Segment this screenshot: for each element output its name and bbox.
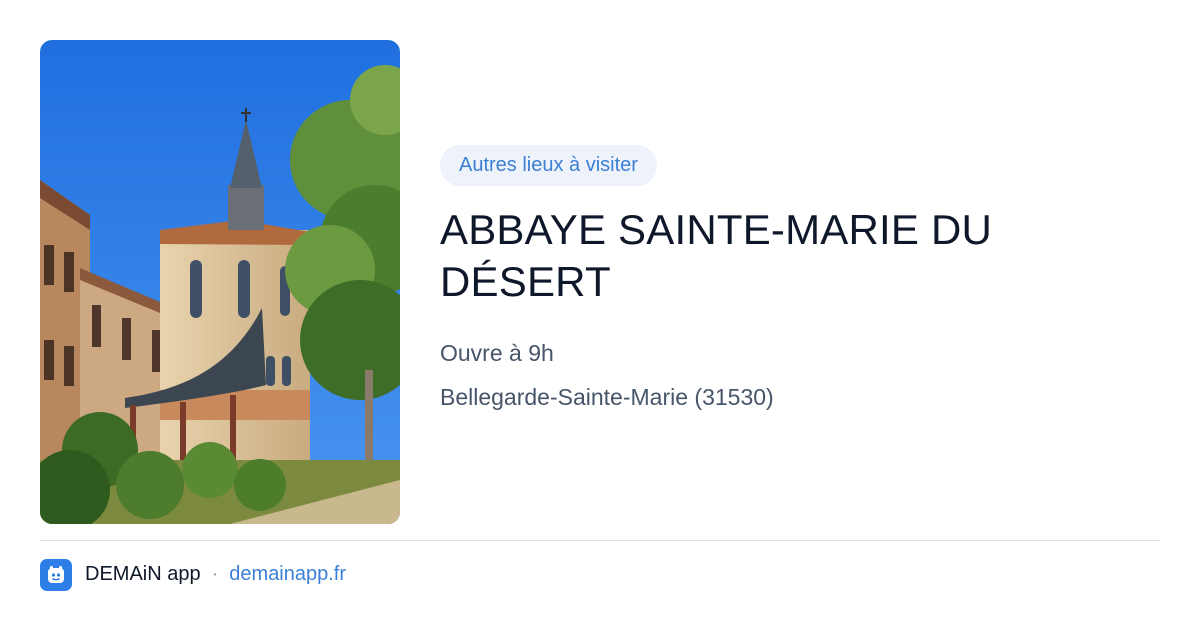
- place-details: Autres lieux à visiter ABBAYE SAINTE-MAR…: [440, 145, 1160, 412]
- place-location: Bellegarde-Sainte-Marie (31530): [440, 384, 774, 410]
- place-photo[interactable]: [40, 40, 400, 524]
- place-card[interactable]: Autres lieux à visiter ABBAYE SAINTE-MAR…: [0, 0, 1200, 630]
- footer: DEMAiN app · demainapp.fr: [40, 558, 346, 591]
- abbey-photo-image: [40, 40, 400, 524]
- footer-separator: ·: [211, 563, 219, 585]
- opening-hours: Ouvre à 9h: [440, 340, 554, 366]
- category-chip[interactable]: Autres lieux à visiter: [440, 145, 657, 186]
- place-title: ABBAYE SAINTE-MARIE DU DÉSERT: [440, 206, 993, 305]
- footer-divider: [40, 540, 1160, 541]
- app-name: DEMAiN app: [85, 563, 201, 585]
- app-website-link[interactable]: demainapp.fr: [229, 563, 346, 586]
- app-logo-icon: [40, 558, 72, 591]
